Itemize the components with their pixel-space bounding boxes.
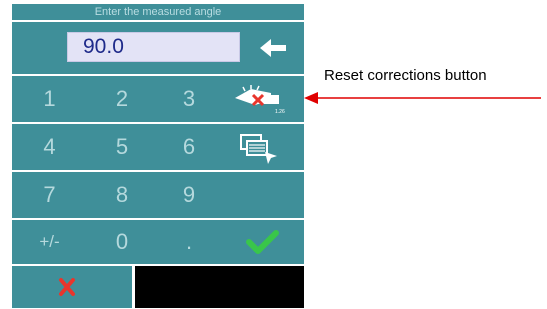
key-7[interactable]: 7: [12, 172, 87, 218]
key-0[interactable]: 0: [87, 220, 157, 264]
key-4[interactable]: 4: [12, 124, 87, 170]
key-2[interactable]: 2: [87, 76, 157, 122]
svg-text:1.26: 1.26: [275, 109, 285, 115]
copy-corrections-button[interactable]: [221, 124, 304, 170]
backspace-arrow-icon: [260, 39, 286, 57]
separator: [12, 123, 304, 124]
key-6[interactable]: 6: [157, 124, 221, 170]
key-5[interactable]: 5: [87, 124, 157, 170]
empty-key: [221, 172, 304, 218]
copy-corrections-icon: [240, 134, 277, 164]
key-8[interactable]: 8: [87, 172, 157, 218]
key-9[interactable]: 9: [157, 172, 221, 218]
reset-corrections-icon: 1.26: [235, 85, 285, 115]
angle-input-panel: Enter the measured angle 90.0 1 2 3 1.26…: [12, 4, 304, 308]
blank-area: [135, 266, 304, 308]
x-cancel-icon: [59, 278, 75, 296]
separator: [12, 171, 304, 172]
sign-toggle-key[interactable]: +/-: [12, 220, 87, 264]
backspace-button[interactable]: [240, 22, 304, 74]
panel-title: Enter the measured angle: [12, 4, 304, 20]
checkmark-icon: [246, 230, 279, 254]
angle-display-field[interactable]: 90.0: [67, 32, 240, 62]
cancel-button[interactable]: [12, 266, 132, 308]
confirm-button[interactable]: [221, 220, 304, 264]
separator: [12, 219, 304, 220]
callout-arrow: [304, 88, 541, 108]
decimal-key[interactable]: .: [157, 220, 221, 264]
separator: [12, 75, 304, 76]
key-1[interactable]: 1: [12, 76, 87, 122]
display-row: 90.0: [12, 22, 304, 74]
key-3[interactable]: 3: [157, 76, 221, 122]
callout-label: Reset corrections button: [324, 67, 487, 84]
reset-corrections-button[interactable]: 1.26: [221, 76, 304, 122]
